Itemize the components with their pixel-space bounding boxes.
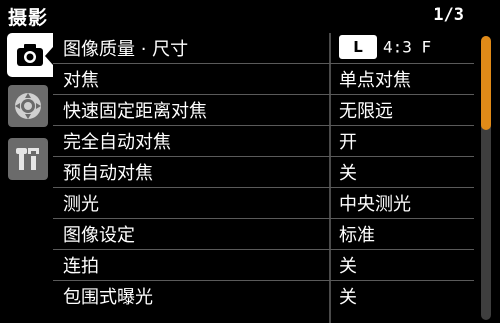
menu-tabs [0,33,53,323]
menu-item-label: 图像设定 [63,225,135,246]
menu-item-value: L 4:3 F [339,35,431,59]
menu-item-label: 图像质量 · 尺寸 [63,39,189,60]
size-badge: L [339,35,377,59]
menu-item-pre-af[interactable]: 预自动对焦 关 [53,157,474,188]
menu-item-value: 中央测光 [339,194,411,215]
menu-item-value: 关 [339,163,357,184]
dial-icon [15,93,41,119]
menu-item-label: 包围式曝光 [63,287,153,308]
camera-icon [17,44,43,66]
menu-title: 摄影 [8,7,49,29]
menu-item-continuous[interactable]: 连拍 关 [53,250,474,281]
menu-item-value: 关 [339,256,357,277]
scrollbar[interactable] [481,36,491,320]
tab-setup[interactable] [8,138,48,180]
header-bar: 摄影 1/3 [0,0,500,30]
menu-item-label: 预自动对焦 [63,163,153,184]
menu-item-value: 关 [339,287,357,308]
tools-icon [16,148,39,170]
menu-item-value: 单点对焦 [339,70,411,91]
aspect-quality-value: 4:3 F [383,37,432,57]
menu-item-metering[interactable]: 测光 中央测光 [53,188,474,219]
menu-item-label: 连拍 [63,256,99,277]
menu-item-image-quality[interactable]: 图像质量 · 尺寸 L 4:3 F [53,33,474,64]
menu-item-focus[interactable]: 对焦 单点对焦 [53,64,474,95]
menu-item-label: 完全自动对焦 [63,132,171,153]
menu-item-value: 无限远 [339,101,393,122]
scroll-thumb[interactable] [481,36,491,130]
page-indicator: 1/3 [433,5,464,25]
menu-item-full-press-snap[interactable]: 完全自动对焦 开 [53,126,474,157]
menu-item-value: 开 [339,132,357,153]
menu-item-snap-focus[interactable]: 快速固定距离对焦 无限远 [53,95,474,126]
menu-item-value: 标准 [339,225,375,246]
tab-playback[interactable] [8,85,48,127]
menu-item-image-settings[interactable]: 图像设定 标准 [53,219,474,250]
menu-item-bracketing[interactable]: 包围式曝光 关 [53,281,474,311]
menu-item-label: 快速固定距离对焦 [63,101,207,122]
tab-pointer [45,47,53,65]
menu-item-label: 测光 [63,194,99,215]
menu-item-label: 对焦 [63,70,99,91]
menu-panel: 图像质量 · 尺寸 L 4:3 F 对焦 单点对焦 快速固定距离对焦 无限远 完全… [53,33,474,323]
